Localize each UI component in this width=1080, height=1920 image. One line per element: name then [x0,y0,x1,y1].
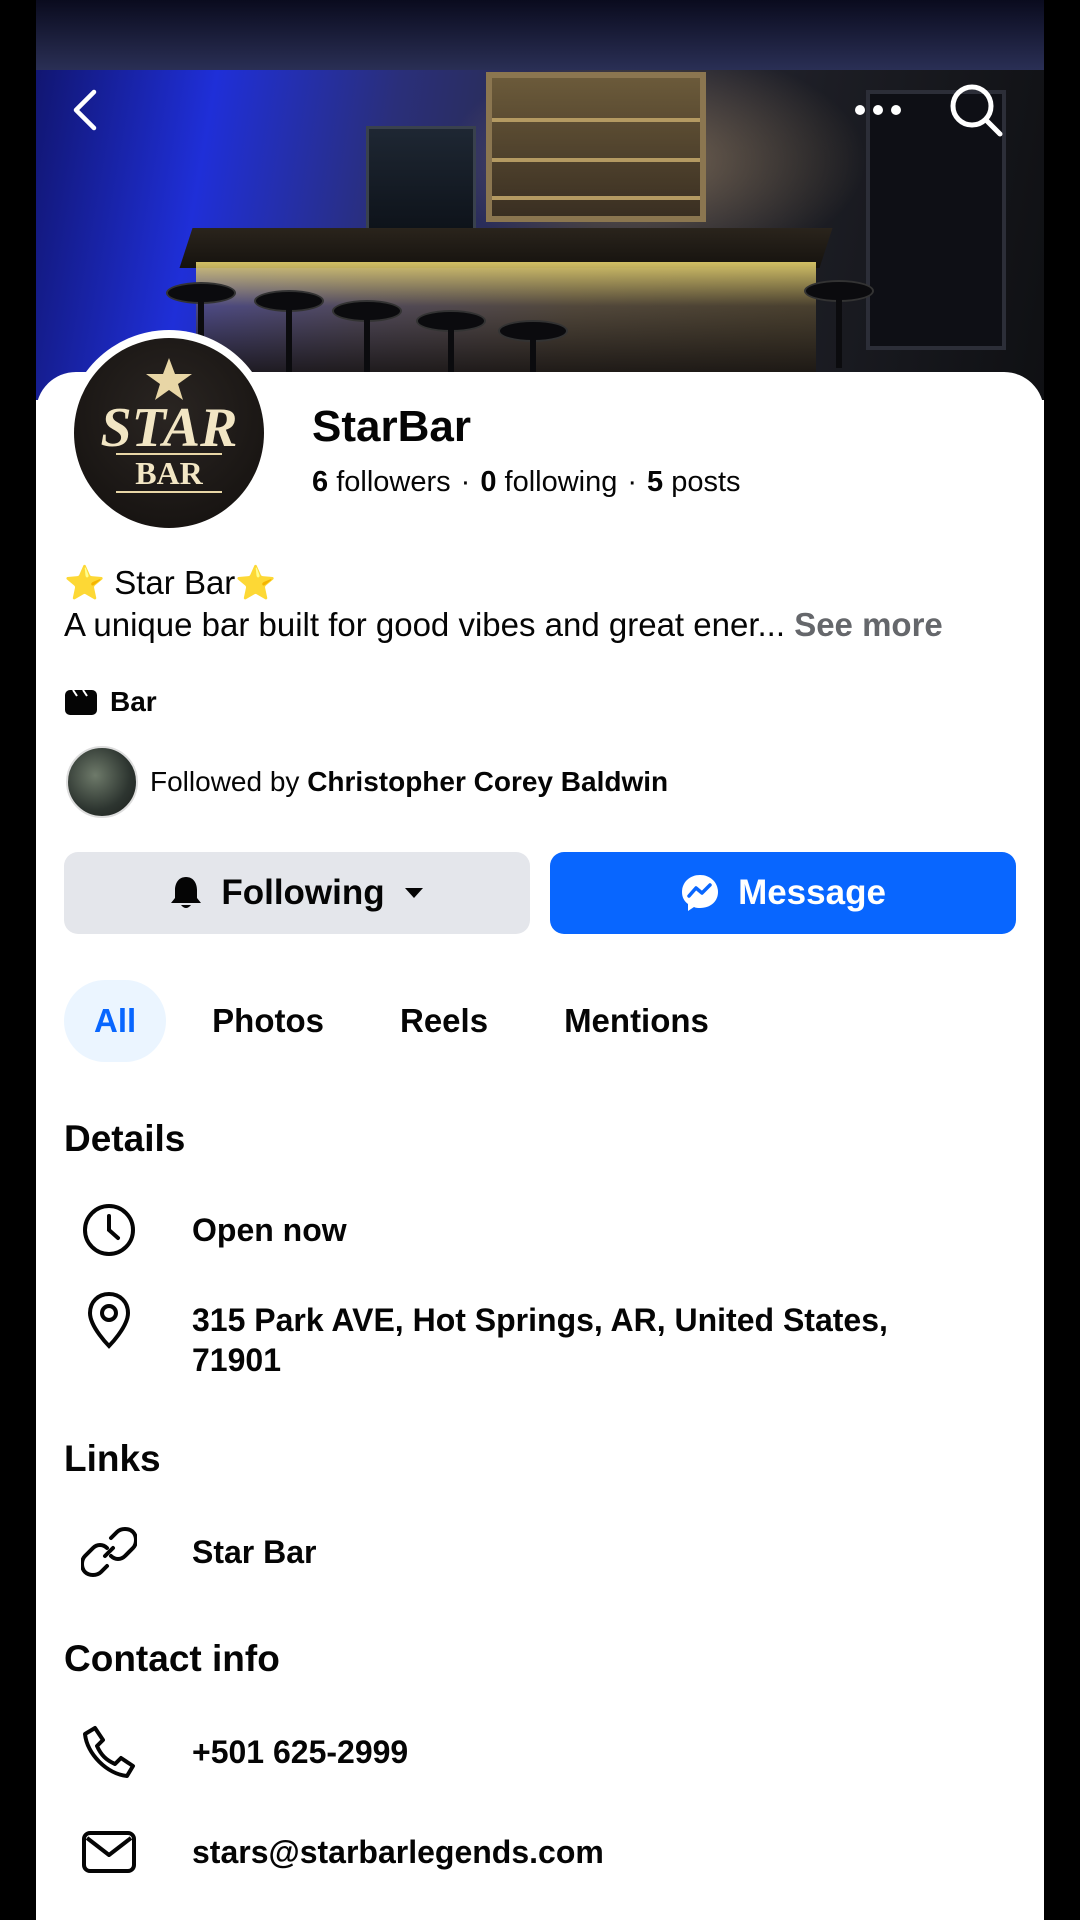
svg-text:STAR: STAR [101,397,238,459]
messenger-icon [682,875,719,911]
following-button[interactable]: Following [64,852,530,934]
more-button[interactable] [848,80,908,140]
link-row[interactable]: Star Bar [64,1522,1024,1582]
page-category: Bar [64,682,157,722]
link-text[interactable]: Star Bar [192,1522,972,1572]
page-title: StarBar [312,402,471,451]
links-heading: Links [64,1438,161,1479]
cover-fridge [366,126,476,236]
chevron-left-icon [73,89,97,131]
star-bar-logo: STAR BAR [74,338,264,528]
bio-text: A unique bar built for good vibes and gr… [64,606,943,643]
phone-row[interactable]: +501 625-2999 [64,1722,1024,1782]
phone-text[interactable]: +501 625-2999 [192,1722,972,1772]
location-pin-icon [87,1291,131,1349]
category-tag-icon [65,689,97,715]
posts-stat[interactable]: 5 posts [647,466,741,498]
message-label: Message [738,873,886,912]
cover-ceiling [36,0,1044,70]
tab-mentions[interactable]: Mentions [534,980,739,1062]
see-more-link[interactable]: See more [794,606,943,643]
search-icon [950,84,1003,137]
contact-heading: Contact info [64,1638,280,1679]
friend-avatar[interactable] [66,746,138,818]
category-label: Bar [110,686,157,717]
caret-down-icon [404,888,423,898]
hours-row[interactable]: Open now [64,1200,1024,1260]
cover-stool-leg [286,308,292,378]
followed-by-text: Followed by Christopher Corey Baldwin [150,766,669,797]
tab-photos[interactable]: Photos [182,980,354,1062]
search-button[interactable] [946,80,1006,140]
followers-stat[interactable]: 6 followers [312,466,451,498]
bio-title: ⭐ Star Bar⭐ [64,564,277,601]
email-text[interactable]: stars@starbarlegends.com [192,1822,972,1872]
address-row[interactable]: 315 Park AVE, Hot Springs, AR, United St… [64,1290,1024,1380]
cover-shelf [486,72,706,222]
bell-icon [171,877,202,908]
following-stat[interactable]: 0 following [480,466,617,498]
address-text: 315 Park AVE, Hot Springs, AR, United St… [192,1302,888,1378]
phone-icon [83,1726,135,1778]
following-label: Following [221,873,385,912]
details-heading: Details [64,1118,186,1159]
clock-icon [83,1204,135,1256]
tab-all[interactable]: All [64,980,167,1062]
tab-reels[interactable]: Reels [370,980,518,1062]
page-bio: ⭐ Star Bar⭐ A unique bar built for good … [64,562,1044,646]
link-icon [81,1527,137,1577]
svg-text:BAR: BAR [135,455,203,491]
hours-text: Open now [192,1212,347,1248]
back-button[interactable] [56,80,116,140]
email-row[interactable]: stars@starbarlegends.com [64,1822,1024,1882]
profile-stats: 6 followers · 0 following · 5 posts [312,466,741,498]
profile-avatar[interactable]: STAR BAR [66,330,272,536]
message-button[interactable]: Message [550,852,1016,934]
content-tabs: All Photos Reels Mentions [64,980,755,1062]
cover-stool-leg [836,298,842,368]
profile-screen: STAR BAR StarBar 6 followers · 0 following… [36,0,1044,1920]
followed-by-row[interactable]: Followed by Christopher Corey Baldwin [66,746,668,818]
mail-icon [82,1831,136,1873]
more-horizontal-icon [855,105,901,115]
